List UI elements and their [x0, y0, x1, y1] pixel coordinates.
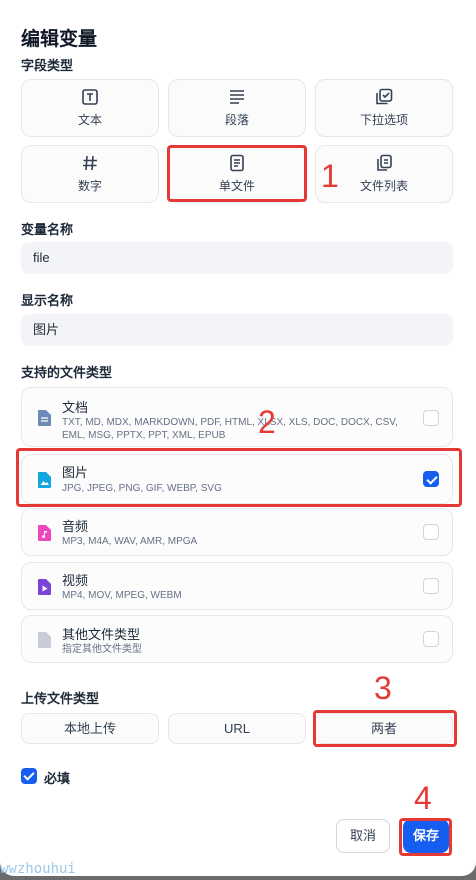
dialog-title: 编辑变量	[21, 29, 98, 50]
file-type-other-checkbox[interactable]	[423, 631, 439, 647]
field-type-number[interactable]: 数字	[21, 145, 159, 203]
required-label: 必填	[44, 771, 71, 786]
file-type-document-name: 文档	[62, 400, 89, 415]
supported-types-label: 支持的文件类型	[21, 365, 113, 380]
display-name-label: 显示名称	[21, 293, 74, 308]
annotation-box-2	[16, 448, 462, 507]
checkbox-list-icon	[376, 88, 393, 105]
annotation-number-4: 4	[414, 780, 432, 816]
field-type-paragraph-label: 段落	[224, 113, 249, 127]
file-type-document-checkbox[interactable]	[423, 410, 439, 426]
annotation-number-2: 2	[258, 404, 276, 440]
field-type-select-label: 下拉选项	[359, 113, 408, 127]
annotation-number-3: 3	[374, 670, 392, 706]
annotation-box-3	[313, 710, 457, 747]
file-type-audio[interactable]: 音频 MP3, M4A, WAV, AMR, MPGA	[21, 508, 453, 556]
upload-option-local[interactable]: 本地上传	[21, 713, 159, 744]
field-type-paragraph[interactable]: 段落	[168, 79, 306, 137]
field-type-number-label: 数字	[77, 179, 102, 193]
watermark: wwzhouhui	[0, 861, 76, 877]
audio-file-icon	[38, 525, 51, 541]
file-type-audio-desc: MP3, M4A, WAV, AMR, MPGA	[62, 536, 198, 547]
upload-option-url[interactable]: URL	[168, 713, 306, 744]
annotation-box-1	[167, 145, 307, 202]
file-type-document-desc: TXT, MD, MDX, MARKDOWN, PDF, HTML, XLSX,…	[62, 417, 398, 441]
upload-type-label: 上传文件类型	[21, 691, 100, 706]
required-checkbox[interactable]	[21, 768, 37, 784]
hash-icon	[83, 155, 97, 171]
annotation-number-1: 1	[321, 158, 339, 194]
file-copy-icon	[377, 154, 392, 171]
field-type-file-list-label: 文件列表	[359, 179, 408, 193]
variable-name-input[interactable]: file	[21, 242, 453, 274]
paragraph-icon	[230, 90, 244, 104]
file-type-other-name: 其他文件类型	[62, 627, 141, 642]
file-type-audio-name: 音频	[62, 519, 89, 534]
file-type-other[interactable]: 其他文件类型 指定其他文件类型	[21, 615, 453, 663]
field-type-label: 字段类型	[21, 58, 74, 73]
generic-file-icon	[38, 632, 51, 648]
display-name-input[interactable]: 图片	[21, 314, 453, 346]
text-box-icon	[82, 89, 98, 105]
file-type-video-name: 视频	[62, 573, 89, 588]
field-type-text[interactable]: 文本	[21, 79, 159, 137]
file-type-audio-checkbox[interactable]	[423, 524, 439, 540]
video-file-icon	[38, 579, 51, 595]
file-type-other-desc: 指定其他文件类型	[62, 644, 142, 655]
variable-name-label: 变量名称	[21, 222, 74, 237]
file-type-video-desc: MP4, MOV, MPEG, WEBM	[62, 590, 182, 601]
cancel-button[interactable]: 取消	[336, 819, 390, 853]
field-type-select[interactable]: 下拉选项	[315, 79, 453, 137]
document-icon	[38, 410, 51, 426]
file-type-video[interactable]: 视频 MP4, MOV, MPEG, WEBM	[21, 562, 453, 610]
file-type-video-checkbox[interactable]	[423, 578, 439, 594]
file-type-document[interactable]: 文档 TXT, MD, MDX, MARKDOWN, PDF, HTML, XL…	[21, 387, 453, 447]
field-type-text-label: 文本	[77, 113, 102, 127]
annotation-box-4	[399, 818, 452, 856]
